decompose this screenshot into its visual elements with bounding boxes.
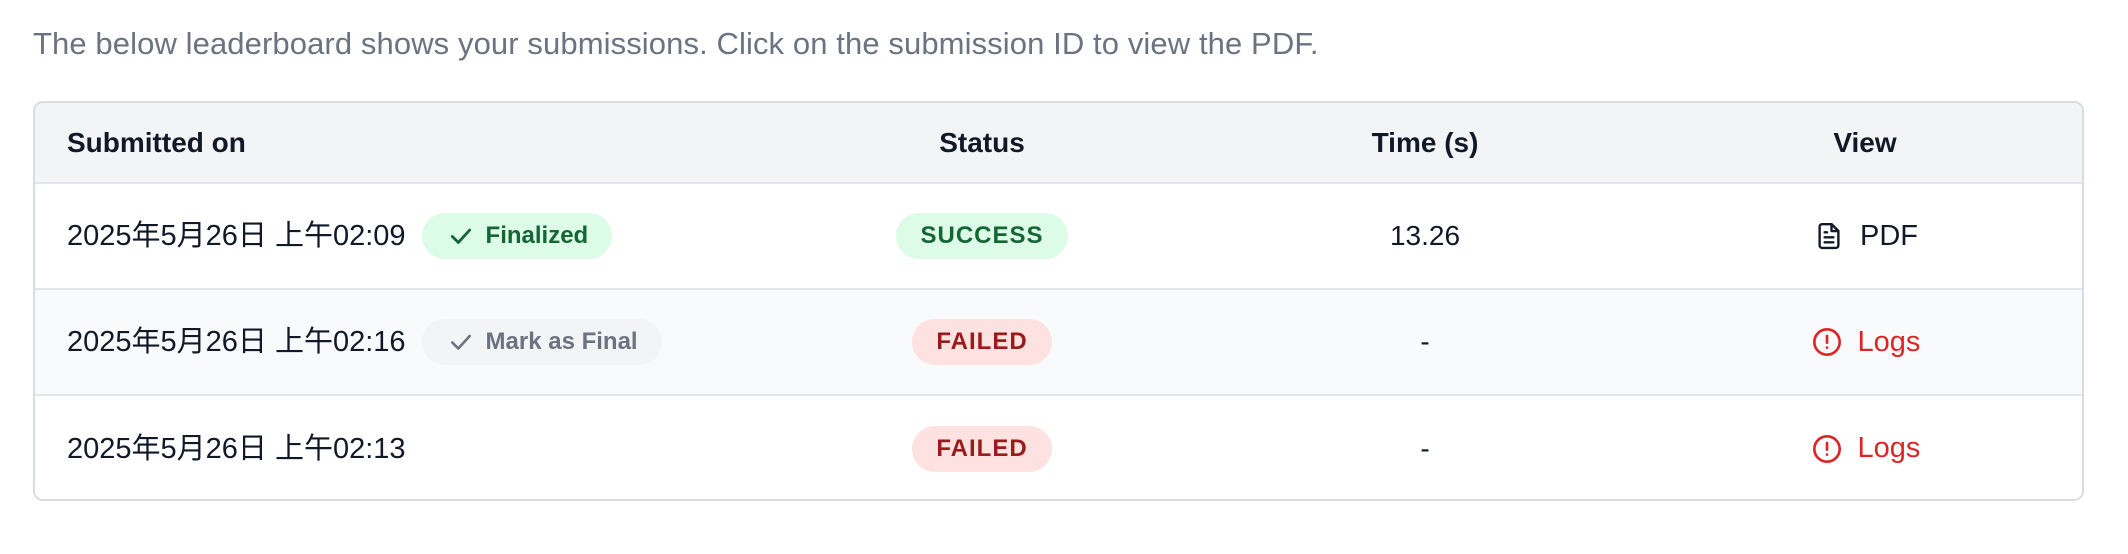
time-value: - [1420, 432, 1430, 464]
header-submitted-on: Submitted on [67, 126, 246, 158]
status-badge: FAILED [912, 425, 1052, 472]
header-view: View [1833, 126, 1897, 158]
header-view-cell: View [1665, 103, 2065, 182]
alert-circle-icon [1810, 325, 1844, 359]
finalized-label: Finalized [485, 222, 589, 249]
view-logs-label: Logs [1857, 325, 1921, 358]
alert-circle-icon [1810, 432, 1844, 466]
page: The below leaderboard shows your submiss… [0, 0, 2128, 554]
view-pdf-link[interactable]: PDF [1812, 219, 1918, 253]
finalized-badge: Finalized [421, 213, 613, 259]
time-cell: - [1225, 290, 1625, 394]
check-icon [446, 327, 476, 357]
header-time-cell: Time (s) [1225, 103, 1625, 182]
header-status: Status [939, 126, 1025, 158]
table-row: 2025年5月26日 上午02:13 FAILED - Logs [35, 396, 2082, 499]
document-icon [1812, 219, 1846, 253]
time-cell: 13.26 [1225, 184, 1625, 288]
view-cell: Logs [1665, 396, 2065, 499]
header-submitted-on-cell: Submitted on [67, 103, 246, 182]
status-cell: FAILED [778, 290, 1186, 394]
status-cell: FAILED [778, 396, 1186, 499]
time-value: 13.26 [1389, 220, 1461, 251]
submissions-table: Submitted on Status Time (s) View 2025年5… [33, 101, 2084, 501]
view-logs-label: Logs [1857, 432, 1921, 464]
view-pdf-label: PDF [1860, 219, 1918, 252]
submitted-on-cell: 2025年5月26日 上午02:09 Finalized [67, 184, 613, 288]
table-row: 2025年5月26日 上午02:09 Finalized SUCCESS 13.… [35, 184, 2082, 290]
submission-date: 2025年5月26日 上午02:13 [67, 432, 406, 465]
header-status-cell: Status [778, 103, 1186, 182]
status-badge: SUCCESS [896, 213, 1068, 259]
mark-as-final-label: Mark as Final [485, 328, 638, 355]
view-cell: Logs [1665, 290, 2065, 394]
header-time: Time (s) [1371, 126, 1479, 158]
submission-date: 2025年5月26日 上午02:09 [67, 220, 406, 252]
table-header-row: Submitted on Status Time (s) View [35, 103, 2082, 184]
status-cell: SUCCESS [778, 184, 1186, 288]
status-badge: FAILED [912, 319, 1052, 365]
submission-date: 2025年5月26日 上午02:16 [67, 326, 406, 358]
view-logs-link[interactable]: Logs [1810, 432, 1921, 466]
check-icon [446, 221, 476, 251]
time-value: - [1420, 326, 1430, 357]
intro-text: The below leaderboard shows your submiss… [33, 26, 1319, 61]
time-cell: - [1225, 396, 1625, 499]
submitted-on-cell: 2025年5月26日 上午02:16 Mark as Final [67, 290, 662, 394]
view-cell: PDF [1665, 184, 2065, 288]
view-logs-link[interactable]: Logs [1810, 325, 1921, 359]
table-row: 2025年5月26日 上午02:16 Mark as Final FAILED … [35, 290, 2082, 396]
mark-as-final-button[interactable]: Mark as Final [421, 319, 662, 365]
submitted-on-cell: 2025年5月26日 上午02:13 [67, 396, 406, 499]
